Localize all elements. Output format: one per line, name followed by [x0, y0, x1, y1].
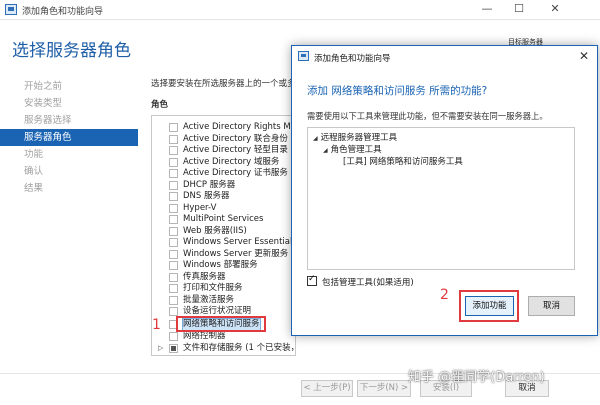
server-manager-icon	[5, 4, 17, 15]
role-label: 传真服务器	[183, 271, 226, 282]
dialog-hint: 需要使用以下工具来管理此功能，但不需要安装在同一服务器上。	[307, 111, 548, 121]
close-button[interactable]: ✕	[538, 0, 572, 20]
role-label: 文件和存储服务 (1 个已安装，共 12 个)	[183, 342, 295, 353]
role-checkbox[interactable]	[169, 169, 178, 178]
roles-description: 选择要安装在所选服务器上的一个或多个角色。	[151, 79, 291, 89]
role-label: Web 服务器(IIS)	[183, 225, 247, 236]
nav-item-features[interactable]: 功能	[0, 146, 138, 163]
maximize-button[interactable]: ☐	[502, 0, 536, 20]
list-item[interactable]: Active Directory 域服务	[152, 156, 295, 169]
role-label: Windows 部署服务	[183, 260, 258, 270]
role-checkbox[interactable]	[169, 192, 178, 201]
nav-item-installation-type[interactable]: 安装类型	[0, 95, 138, 112]
list-item[interactable]: Windows 部署服务	[152, 260, 295, 272]
window-title: 添加角色和功能向导	[22, 7, 104, 17]
list-item[interactable]: Active Directory 轻型目录	[152, 145, 295, 157]
roles-heading: 角色	[151, 100, 169, 110]
include-tools-label: 包括管理工具(如果适用)	[322, 278, 414, 288]
list-item[interactable]: Active Directory 联合身份	[152, 133, 295, 146]
list-item[interactable]: MultiPoint Services	[152, 214, 295, 226]
role-checkbox[interactable]	[169, 284, 178, 293]
role-label: Active Directory 轻型目录	[183, 145, 288, 155]
wizard-nav: 开始之前 安装类型 服务器选择 服务器角色 功能 确认 结果	[0, 78, 138, 197]
role-checkbox[interactable]	[169, 203, 178, 213]
add-features-button[interactable]: 添加功能	[465, 296, 514, 316]
role-label: Active Directory 证书服务	[183, 168, 288, 178]
expand-arrow-icon[interactable]: ▷	[158, 343, 163, 355]
dialog-title-bar: 添加角色和功能向导 ✕	[292, 46, 597, 68]
nav-item-server-selection[interactable]: 服务器选择	[0, 112, 138, 129]
role-checkbox[interactable]	[169, 157, 178, 167]
role-checkbox[interactable]	[169, 343, 178, 353]
nav-item-confirmation[interactable]: 确认	[0, 163, 138, 180]
role-checkbox[interactable]	[169, 180, 178, 190]
title-bar: 添加角色和功能向导 — ☐ ✕	[0, 0, 600, 20]
list-item[interactable]: Active Directory Rights M	[152, 122, 295, 134]
list-item[interactable]: 网络控制器	[152, 331, 295, 343]
highlight-box-role	[176, 316, 266, 332]
role-label: 批量激活服务	[183, 294, 235, 305]
role-checkbox[interactable]	[169, 261, 178, 270]
list-item[interactable]: 批量激活服务	[152, 294, 295, 307]
role-checkbox[interactable]	[169, 134, 178, 144]
minimize-button[interactable]: —	[470, 0, 504, 20]
list-item[interactable]: 传真服务器	[152, 271, 295, 284]
role-checkbox[interactable]	[169, 272, 178, 282]
list-item[interactable]: DHCP 服务器	[152, 179, 295, 192]
nav-item-server-roles[interactable]: 服务器角色	[0, 129, 138, 146]
list-item[interactable]: Web 服务器(IIS)	[152, 225, 295, 238]
role-checkbox[interactable]	[169, 249, 178, 259]
list-item[interactable]: Windows Server 更新服务	[152, 248, 295, 261]
tree-item: [工具] 网络策略和访问服务工具	[343, 157, 463, 167]
role-checkbox[interactable]	[169, 226, 178, 236]
role-checkbox[interactable]	[169, 238, 178, 247]
dialog-question: 添加 网络策略和访问服务 所需的功能?	[307, 85, 488, 97]
collapse-triangle-icon: ◢	[313, 135, 318, 142]
role-checkbox[interactable]	[169, 295, 178, 305]
step-number-1: 1	[152, 317, 161, 333]
step-number-2: 2	[440, 287, 449, 303]
nav-item-before-you-begin[interactable]: 开始之前	[0, 78, 138, 95]
role-checkbox[interactable]	[169, 123, 178, 132]
list-item[interactable]: Hyper-V	[152, 202, 295, 215]
nav-item-results[interactable]: 结果	[0, 180, 138, 197]
tree-item: ◢ 远程服务器管理工具	[313, 133, 398, 143]
role-label: DNS 服务器	[183, 191, 230, 201]
role-label: 打印和文件服务	[183, 283, 243, 293]
role-label: Windows Server 更新服务	[183, 248, 289, 259]
collapse-triangle-icon: ◢	[323, 147, 328, 154]
dialog-close-button[interactable]: ✕	[579, 49, 589, 63]
role-checkbox[interactable]	[169, 146, 178, 155]
features-tree: ◢ 远程服务器管理工具 ◢ 角色管理工具 [工具] 网络策略和访问服务工具	[307, 127, 575, 270]
role-label: MultiPoint Services	[183, 214, 264, 224]
previous-button[interactable]: < 上一步(P)	[301, 380, 353, 397]
page-title: 选择服务器角色	[12, 41, 131, 61]
list-item[interactable]: Active Directory 证书服务	[152, 168, 295, 180]
role-label: 网络控制器	[183, 331, 226, 341]
server-manager-icon	[298, 51, 309, 61]
role-label: Windows Server Essential	[183, 237, 293, 247]
list-item[interactable]: ▷ 文件和存储服务 (1 个已安装，共 12 个)	[152, 342, 295, 355]
role-checkbox[interactable]	[169, 307, 178, 316]
list-item[interactable]: DNS 服务器	[152, 191, 295, 203]
next-button[interactable]: 下一步(N) >	[357, 380, 411, 397]
include-tools-checkbox[interactable]	[307, 274, 317, 286]
role-checkbox[interactable]	[169, 332, 178, 341]
tree-item: ◢ 角色管理工具	[323, 145, 382, 155]
watermark: 知乎 @瞿同学(Darren)	[408, 370, 545, 385]
role-label: Hyper-V	[183, 202, 217, 213]
dialog-cancel-button[interactable]: 取消	[528, 296, 575, 316]
role-checkbox[interactable]	[169, 215, 178, 224]
dialog-title: 添加角色和功能向导	[314, 54, 391, 64]
list-item[interactable]: Windows Server Essential	[152, 237, 295, 249]
list-item[interactable]: 打印和文件服务	[152, 283, 295, 295]
role-label: Active Directory 联合身份	[183, 133, 288, 144]
role-label: Active Directory Rights M	[183, 122, 291, 132]
role-label: Active Directory 域服务	[183, 156, 280, 167]
role-label: DHCP 服务器	[183, 179, 236, 190]
